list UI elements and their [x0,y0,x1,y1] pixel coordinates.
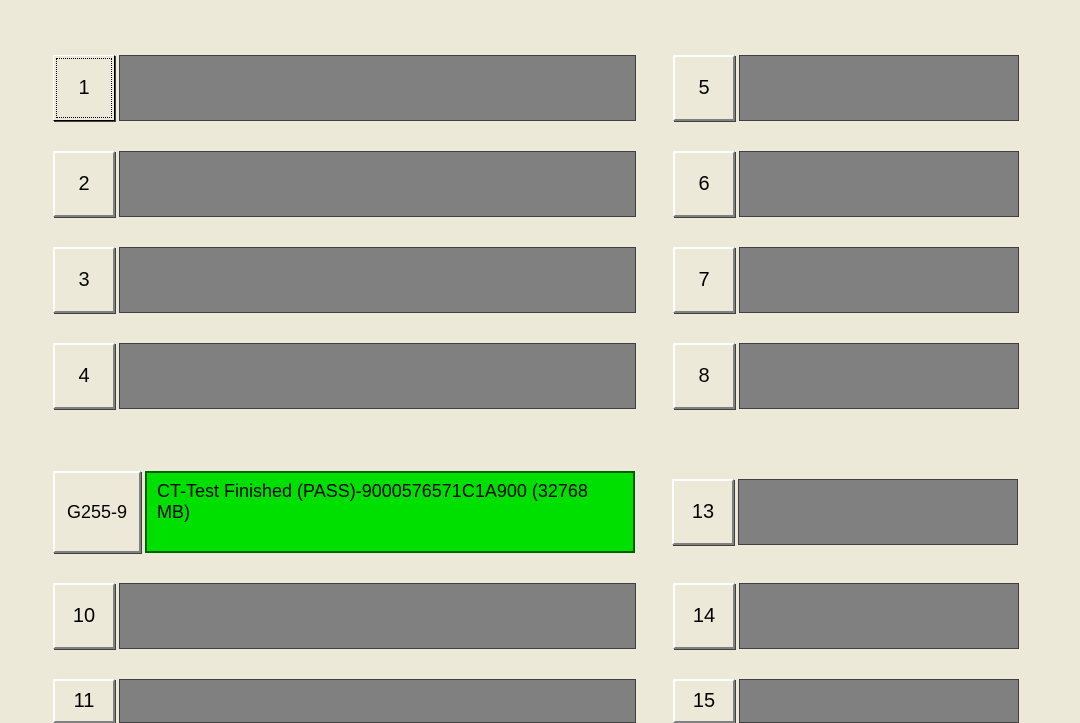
slot-button-label: 3 [78,269,89,292]
slot-row: G255-9 CT-Test Finished (PASS)-900057657… [53,471,1080,553]
slot-status-13 [738,479,1018,545]
slot-status-11 [119,679,636,723]
slot-grid: 1 5 2 6 3 7 4 8 G255-9 CT-Test Finished … [53,55,1080,723]
slot-button-label: 13 [692,501,714,524]
slot-button-label: 4 [78,365,89,388]
slot-button-label: 10 [73,605,95,628]
slot-status-3 [119,247,636,313]
slot-button-label: 2 [78,173,89,196]
slot-row: 3 7 [53,247,1080,313]
slot-button-3[interactable]: 3 [53,247,115,313]
slot-button-label: G255-9 [67,502,127,523]
slot-row: 10 14 [53,583,1080,649]
slot-button-4[interactable]: 4 [53,343,115,409]
slot-button-g255-9[interactable]: G255-9 [53,471,141,553]
slot-status-6 [739,151,1019,217]
slot-button-15[interactable]: 15 [673,679,735,723]
slot-button-6[interactable]: 6 [673,151,735,217]
slot-button-10[interactable]: 10 [53,583,115,649]
slot-status-2 [119,151,636,217]
slot-row: 11 15 [53,679,1080,723]
slot-button-label: 7 [698,269,709,292]
slot-status-1 [119,55,636,121]
slot-status-10 [119,583,636,649]
slot-button-label: 1 [78,77,89,100]
slot-button-label: 15 [693,690,715,713]
slot-row: 1 5 [53,55,1080,121]
slot-status-14 [739,583,1019,649]
slot-button-1[interactable]: 1 [53,55,115,121]
slot-button-label: 14 [693,605,715,628]
slot-button-5[interactable]: 5 [673,55,735,121]
slot-status-text: CT-Test Finished (PASS)-9000576571C1A900… [157,481,623,523]
slot-button-label: 11 [74,690,95,713]
slot-button-label: 5 [698,77,709,100]
slot-row: 4 8 [53,343,1080,409]
slot-button-7[interactable]: 7 [673,247,735,313]
slot-button-11[interactable]: 11 [53,679,115,723]
slot-status-15 [739,679,1019,723]
slot-status-9: CT-Test Finished (PASS)-9000576571C1A900… [145,471,635,553]
slot-button-14[interactable]: 14 [673,583,735,649]
slot-button-label: 6 [698,173,709,196]
slot-status-8 [739,343,1019,409]
slot-status-5 [739,55,1019,121]
slot-row: 2 6 [53,151,1080,217]
slot-button-label: 8 [698,365,709,388]
slot-button-8[interactable]: 8 [673,343,735,409]
slot-status-7 [739,247,1019,313]
slot-button-2[interactable]: 2 [53,151,115,217]
slot-status-4 [119,343,636,409]
slot-button-13[interactable]: 13 [672,479,734,545]
